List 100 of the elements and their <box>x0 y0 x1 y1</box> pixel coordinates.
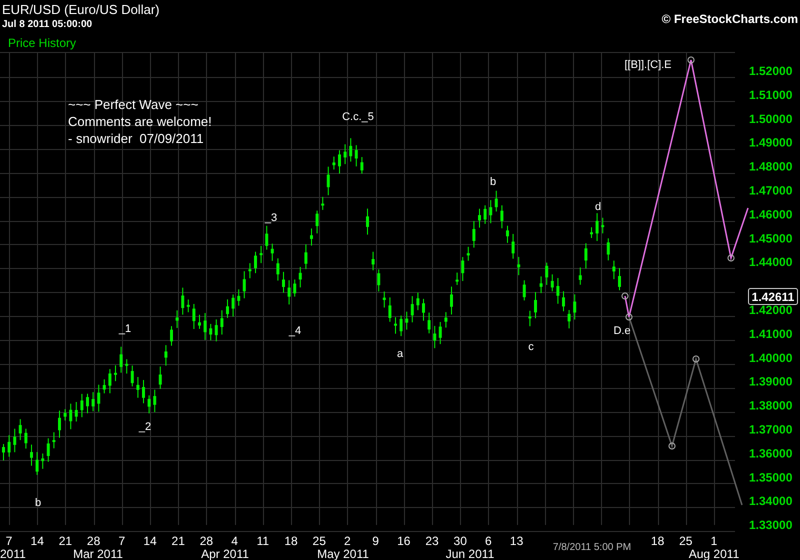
candle <box>461 256 464 282</box>
candle <box>13 428 16 453</box>
axis-tick-label: 1.45000 <box>749 231 792 246</box>
axis-tick-label: 1.44000 <box>749 255 792 270</box>
candle <box>377 268 380 292</box>
candle <box>276 258 280 282</box>
candle <box>578 266 582 286</box>
candle <box>444 312 448 328</box>
axis-tick-label: 1.41000 <box>749 326 792 341</box>
axis-tick-label: 1.50000 <box>749 112 792 126</box>
candle <box>288 280 291 305</box>
candle <box>282 271 285 294</box>
candle <box>416 292 420 311</box>
point-marker[interactable] <box>728 254 734 262</box>
axis-tick-label: 1 <box>710 534 718 548</box>
axis-tick-label: 1.49000 <box>749 136 792 150</box>
axis-tick-label: 11 <box>256 534 270 548</box>
axis-tick-label: 14 <box>143 534 157 548</box>
candle <box>556 277 560 304</box>
candle <box>316 210 319 234</box>
candle <box>69 403 72 430</box>
candle <box>164 344 168 366</box>
timestamp: Jul 8 2011 05:00:00 <box>2 18 92 32</box>
axis-tick-label: 1.35000 <box>749 470 792 484</box>
candle <box>360 156 364 174</box>
axis-tick-label: 6 <box>485 534 492 548</box>
wave-label: b <box>34 497 42 509</box>
candle <box>136 376 140 398</box>
candle <box>80 393 84 418</box>
axis-tick-label: 1.40000 <box>749 350 792 365</box>
candle <box>612 260 616 280</box>
point-marker[interactable] <box>688 56 694 64</box>
candle <box>158 366 162 390</box>
axis-tick-label: 1.36000 <box>749 446 792 460</box>
candle <box>102 378 106 394</box>
axis-tick-label: 1.37000 <box>749 422 792 436</box>
candle <box>573 294 576 320</box>
point-marker[interactable] <box>668 442 676 450</box>
axis-tick-label: 2 <box>344 534 351 548</box>
candle <box>214 318 218 342</box>
axis-tick-label: 1.34000 <box>749 494 792 508</box>
axis-tick-label: 23 <box>425 534 439 548</box>
candle <box>562 290 565 312</box>
point-marker[interactable] <box>622 292 628 300</box>
note-line: - snowrider 07/09/2011 <box>68 131 204 146</box>
candle <box>86 393 89 414</box>
candle <box>550 274 554 292</box>
wave-label: _2 <box>138 421 152 433</box>
axis-tick-label: 1.51000 <box>749 88 792 102</box>
candle <box>108 368 112 394</box>
candle <box>198 314 201 330</box>
candle <box>545 262 548 286</box>
candle <box>528 310 532 327</box>
axis-tick-label: 1.48000 <box>749 160 792 174</box>
point-marker[interactable] <box>692 356 700 362</box>
wave-label: [[B]].[C].E <box>624 59 672 71</box>
axis-month-label: 2011 <box>0 547 26 560</box>
axis-tick-label: 7 <box>6 534 12 548</box>
candle <box>41 453 44 470</box>
copyright-text: © FreeStockCharts.com <box>662 11 798 28</box>
candle <box>298 266 302 288</box>
candle <box>209 323 212 341</box>
candle <box>148 394 151 414</box>
point-marker[interactable] <box>626 314 632 320</box>
axis-tick-label: 16 <box>397 534 410 548</box>
wave-label: d <box>594 201 602 213</box>
candle <box>326 166 330 196</box>
candle <box>30 444 33 466</box>
candle <box>484 204 487 224</box>
candle <box>204 312 207 340</box>
wave-label: a <box>396 348 404 360</box>
candle <box>176 310 179 328</box>
axis-tick-label: 1.38000 <box>749 398 792 413</box>
candle <box>36 452 39 476</box>
candle <box>590 226 593 239</box>
candle <box>494 190 498 212</box>
wave-label: b <box>490 176 496 188</box>
axis-tick-label: 21 <box>58 534 72 548</box>
axis-tick-label: 25 <box>312 534 326 548</box>
candle <box>366 208 369 236</box>
axis-tick-label: 9 <box>372 534 379 548</box>
axis-tick-label: 1.52000 <box>749 64 792 78</box>
candle <box>74 402 78 422</box>
axis-tick-label: 7 <box>118 534 126 548</box>
candle <box>260 245 263 264</box>
axis-tick-label: 30 <box>454 534 467 548</box>
axis-tick-label: 1.33000 <box>749 518 792 532</box>
candle <box>400 315 403 337</box>
candle <box>422 298 425 322</box>
candle <box>153 389 156 413</box>
candle <box>540 276 543 294</box>
axis-month-label: Mar 2011 <box>73 547 123 560</box>
candle <box>97 384 100 412</box>
candle <box>410 296 414 323</box>
candle <box>237 288 240 306</box>
candle <box>517 256 520 276</box>
chart-title: EUR/USD (Euro/US Dollar) <box>2 2 160 18</box>
candle <box>596 212 599 242</box>
candle <box>220 310 224 336</box>
candle <box>52 432 56 449</box>
